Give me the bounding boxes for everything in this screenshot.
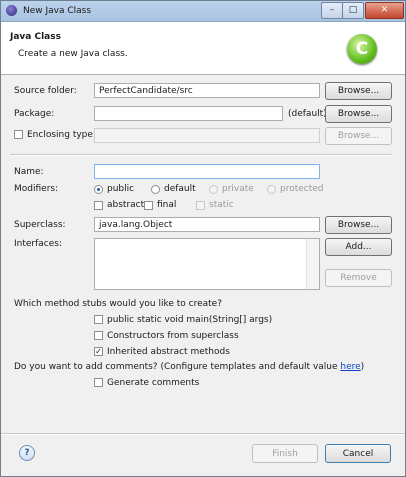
java-class-icon: C [347, 34, 377, 64]
class-name-input[interactable] [94, 164, 320, 179]
final-checkbox-label: final [157, 200, 177, 210]
superclass-label: Superclass: [14, 220, 66, 230]
cancel-button[interactable]: Cancel [325, 444, 391, 463]
title-bar: New Java Class – □ ✕ [1, 1, 405, 22]
configure-templates-link[interactable]: here [340, 362, 360, 372]
private-radio-label: private [222, 184, 254, 194]
default-radio[interactable] [151, 185, 160, 194]
protected-radio-label: protected [280, 184, 324, 194]
wizard-header: Java Class Create a new Java class. C [1, 22, 405, 75]
superclass-browse-button[interactable]: Browse... [325, 216, 392, 234]
source-folder-label: Source folder: [14, 86, 77, 96]
wizard-title: Java Class [10, 32, 61, 42]
static-checkbox-label: static [209, 200, 234, 210]
package-input[interactable] [94, 106, 283, 121]
package-browse-button[interactable]: Browse... [325, 105, 392, 123]
eclipse-icon [6, 5, 17, 16]
inherited-abstract-methods-checkbox[interactable]: ✓ [94, 347, 103, 356]
default-radio-label: default [164, 184, 196, 194]
remove-interface-button: Remove [325, 269, 392, 287]
private-radio [209, 185, 218, 194]
final-checkbox[interactable] [144, 201, 153, 210]
public-radio[interactable] [94, 185, 103, 194]
comments-question-end: ) [360, 362, 365, 372]
package-label: Package: [14, 109, 55, 119]
checkmark-icon: ✓ [95, 347, 102, 356]
enclosing-type-browse-button: Browse... [325, 127, 392, 145]
enclosing-type-checkbox[interactable] [14, 130, 23, 139]
abstract-checkbox[interactable] [94, 201, 103, 210]
finish-button: Finish [252, 444, 318, 463]
interfaces-label: Interfaces: [14, 239, 63, 249]
name-label: Name: [14, 167, 44, 177]
constructors-checkbox[interactable] [94, 331, 103, 340]
enclosing-type-input [94, 128, 320, 143]
constructors-label: Constructors from superclass [107, 331, 239, 341]
main-method-checkbox[interactable] [94, 315, 103, 324]
comments-question-text: Do you want to add comments? (Configure … [14, 362, 341, 372]
inherited-abstract-methods-label: Inherited abstract methods [107, 347, 230, 357]
comments-question: Do you want to add comments? (Configure … [14, 362, 364, 372]
generate-comments-checkbox[interactable] [94, 378, 103, 387]
enclosing-type-label: Enclosing type: [27, 130, 96, 140]
static-checkbox [196, 201, 205, 210]
add-interface-button[interactable]: Add... [325, 238, 392, 256]
window-title: New Java Class [23, 6, 92, 16]
wizard-description: Create a new Java class. [18, 49, 128, 59]
maximize-button[interactable]: □ [342, 2, 364, 19]
help-icon[interactable]: ? [19, 445, 35, 461]
separator [10, 154, 393, 156]
source-folder-input[interactable]: PerfectCandidate/src [94, 83, 320, 98]
minimize-button[interactable]: – [321, 2, 343, 19]
modifiers-label: Modifiers: [14, 184, 59, 194]
interfaces-list[interactable] [94, 238, 320, 290]
footer-separator [1, 433, 405, 435]
new-java-class-dialog: New Java Class – □ ✕ Java Class Create a… [0, 0, 406, 477]
package-default-note: (default) [288, 109, 327, 119]
main-method-label: public static void main(String[] args) [107, 315, 273, 325]
method-stubs-question: Which method stubs would you like to cre… [14, 299, 222, 309]
abstract-checkbox-label: abstract [107, 200, 145, 210]
source-folder-browse-button[interactable]: Browse... [325, 82, 392, 100]
protected-radio [267, 185, 276, 194]
interfaces-scrollbar[interactable] [306, 239, 319, 289]
public-radio-label: public [107, 184, 135, 194]
generate-comments-label: Generate comments [107, 378, 200, 388]
close-button[interactable]: ✕ [365, 2, 404, 19]
superclass-input[interactable]: java.lang.Object [94, 217, 320, 232]
